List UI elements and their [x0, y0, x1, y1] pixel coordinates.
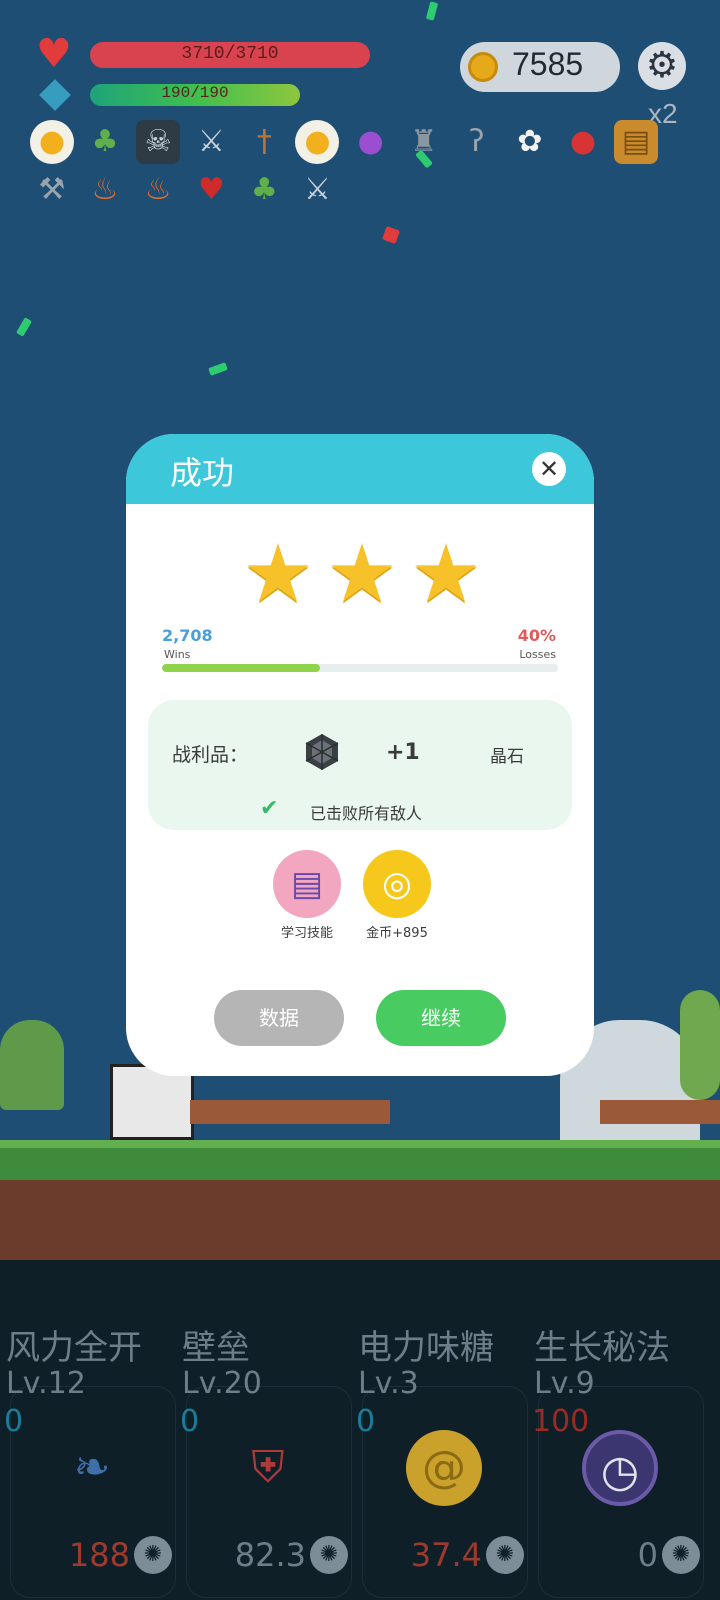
loot-count: +1	[386, 740, 420, 765]
star-icon: ★	[242, 527, 314, 620]
losses-label: Losses	[519, 648, 556, 661]
dialog-title: 成功	[170, 454, 235, 492]
skill-book-icon: ▤	[273, 850, 341, 918]
victory-dialog: 成功 ✕ ★ ★ ★ 2,708 Wins 40% Losses 战利品： +1 晶…	[126, 434, 594, 1076]
losses-value: 40%	[517, 626, 556, 645]
continue-button[interactable]: 继续	[376, 990, 506, 1046]
crystal-gem-icon	[305, 734, 339, 770]
data-button[interactable]: 数据	[214, 990, 344, 1046]
star-icon: ★	[326, 527, 398, 620]
win-progress-bar	[162, 664, 558, 672]
check-icon: ✔	[260, 796, 279, 821]
loot-panel: 战利品： +1 晶石 ✔ 已击败所有敌人	[148, 700, 572, 830]
loot-label: 战利品：	[172, 744, 249, 766]
win-progress-fill	[162, 664, 321, 672]
reward-label: 金币+895	[366, 926, 428, 941]
loot-name: 晶石	[490, 747, 524, 767]
star-icon: ★	[410, 527, 482, 620]
dialog-overlay: 成功 ✕ ★ ★ ★ 2,708 Wins 40% Losses 战利品： +1 晶…	[0, 0, 720, 1600]
wins-value: 2,708	[162, 626, 213, 645]
wins-label: Wins	[164, 648, 191, 661]
defeat-status: 已击败所有敌人	[310, 804, 423, 823]
star-rating: ★ ★ ★	[222, 532, 502, 616]
close-button[interactable]: ✕	[532, 452, 566, 486]
reward-label: 学习技能	[280, 926, 333, 941]
reward-coins[interactable]: ◎ 金币+895	[352, 850, 442, 941]
reward-learn-skill[interactable]: ▤ 学习技能	[262, 850, 352, 941]
gold-coin-icon: ◎	[363, 850, 431, 918]
